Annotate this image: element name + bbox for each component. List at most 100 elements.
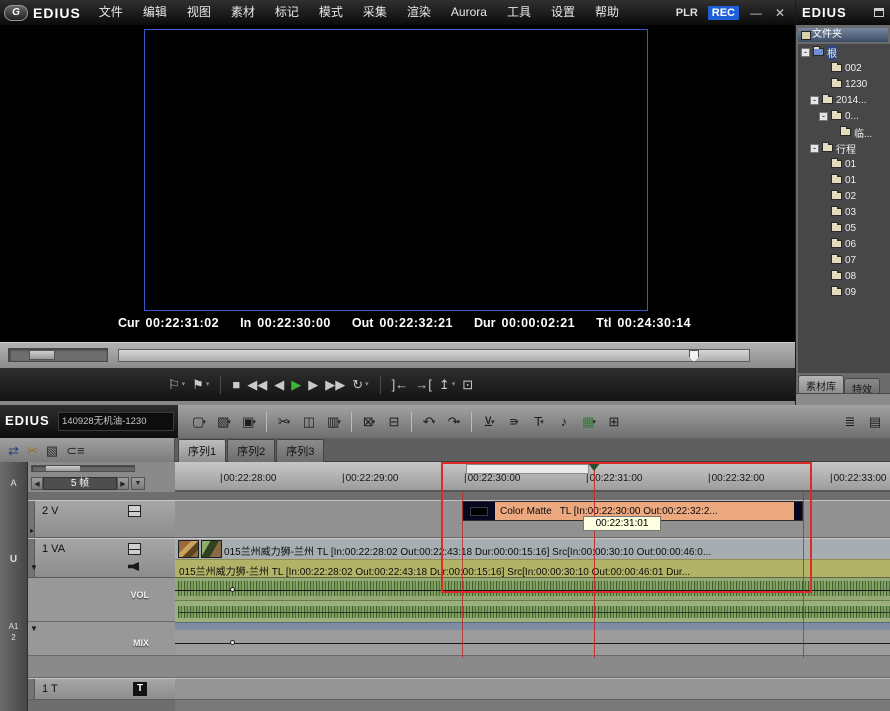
tree-item[interactable]: 02 bbox=[798, 188, 890, 204]
transport-stop[interactable]: ■ ▾ bbox=[232, 378, 240, 391]
transport-display-mode[interactable]: ⊡ ▾ bbox=[462, 378, 473, 391]
frame-step-dropdown[interactable]: ▼ bbox=[131, 477, 145, 490]
toolbar-add-cut-point[interactable]: ⊻ ▾ bbox=[478, 411, 500, 433]
toolbar-button[interactable]: ▾ bbox=[351, 411, 352, 432]
close-button[interactable]: ✕ bbox=[773, 6, 787, 20]
tree-item[interactable]: - 根 bbox=[798, 44, 890, 60]
tree-item[interactable]: 03 bbox=[798, 204, 890, 220]
toolbar-delete[interactable]: ⊟ ▾ bbox=[383, 411, 405, 433]
menu-item[interactable]: 标记 bbox=[265, 0, 309, 25]
transport-next-edit-point[interactable]: ⚑ ▾ bbox=[192, 378, 209, 391]
tree-item[interactable]: 05 bbox=[798, 220, 890, 236]
tree-item[interactable]: 07 bbox=[798, 252, 890, 268]
tree-expander-icon[interactable]: - bbox=[810, 95, 819, 105]
menu-item[interactable]: 渲染 bbox=[397, 0, 441, 25]
track-panel-icon[interactable] bbox=[128, 505, 141, 517]
transport-set-out-point[interactable]: →[ ▾ bbox=[415, 378, 432, 391]
toolbar-add-title[interactable]: T ▾ bbox=[528, 411, 550, 433]
menu-item[interactable]: 设置 bbox=[541, 0, 585, 25]
toolbar-ripple-delete[interactable]: ⊠ ▾ bbox=[358, 411, 380, 433]
dropdown-caret-icon[interactable]: ▾ bbox=[515, 418, 519, 426]
mode-insert-overwrite-mode[interactable]: ⇄ bbox=[8, 444, 19, 457]
shuttle-slider[interactable] bbox=[8, 348, 108, 362]
track-expand-icon[interactable]: ▸ bbox=[30, 526, 34, 535]
track-select-strip[interactable] bbox=[28, 679, 35, 699]
toolbar-open-project[interactable]: ▧ ▾ bbox=[213, 411, 235, 433]
tree-item[interactable]: 01 bbox=[798, 156, 890, 172]
toolbar-audio-mixer[interactable]: ≣ ▾ bbox=[839, 411, 861, 433]
tree-item[interactable]: 临... bbox=[798, 124, 890, 140]
title-track-icon[interactable]: T bbox=[133, 682, 147, 696]
menu-item[interactable]: 编辑 bbox=[133, 0, 177, 25]
dropdown-caret-icon[interactable]: ▾ bbox=[432, 418, 436, 426]
transport-next-frame[interactable]: ▶ ▾ bbox=[308, 378, 318, 391]
tree-item[interactable]: - 行程 bbox=[798, 140, 890, 156]
transport-play[interactable]: ▶ ▾ bbox=[291, 378, 301, 391]
transport-set-in-point[interactable]: ]← ▾ bbox=[392, 378, 409, 391]
dropdown-caret-icon[interactable]: ▾ bbox=[365, 381, 369, 388]
menu-item[interactable]: Aurora bbox=[441, 0, 497, 25]
speaker-icon[interactable] bbox=[128, 562, 139, 571]
tree-item[interactable]: 01 bbox=[798, 172, 890, 188]
minimize-button[interactable]: — bbox=[749, 6, 763, 20]
dropdown-caret-icon[interactable]: ▾ bbox=[337, 418, 341, 426]
menu-item[interactable]: 文件 bbox=[89, 0, 133, 25]
mode-sync-lock[interactable]: ▧ bbox=[46, 444, 58, 457]
dropdown-caret-icon[interactable]: ▾ bbox=[227, 418, 231, 426]
toolbar-redo[interactable]: ↷ ▾ bbox=[443, 411, 465, 433]
menu-item[interactable]: 帮助 bbox=[585, 0, 629, 25]
frame-step-increase[interactable]: ▶ bbox=[117, 477, 129, 490]
audio-waveform-2[interactable] bbox=[175, 600, 890, 622]
menu-item[interactable]: 采集 bbox=[353, 0, 397, 25]
dropdown-caret-icon[interactable]: ▾ bbox=[592, 418, 596, 426]
tree-expander-icon[interactable]: - bbox=[819, 111, 828, 121]
sequence-tab[interactable]: 序列3 bbox=[276, 439, 325, 462]
shuttle-handle[interactable] bbox=[29, 350, 55, 360]
tree-item[interactable]: 002 bbox=[798, 60, 890, 76]
dropdown-caret-icon[interactable]: ▾ bbox=[287, 418, 291, 426]
transport-previous-edit-point[interactable]: ⚐ ▾ bbox=[168, 378, 185, 391]
dropdown-caret-icon[interactable]: ▾ bbox=[491, 418, 495, 426]
toolbar-button[interactable]: ▾ bbox=[266, 411, 267, 432]
toolbar-undo[interactable]: ↶ ▾ bbox=[418, 411, 440, 433]
toolbar-copy[interactable]: ◫ ▾ bbox=[298, 411, 320, 433]
audio-mute-label[interactable]: U bbox=[0, 554, 27, 565]
toolbar-new-sequence[interactable]: ▢ ▾ bbox=[188, 411, 210, 433]
dropdown-caret-icon[interactable]: ▾ bbox=[457, 418, 461, 426]
toolbar-cut[interactable]: ✂ ▾ bbox=[273, 411, 295, 433]
track-header-2v[interactable]: 2 V ▸ bbox=[28, 500, 175, 538]
sequence-tab[interactable]: 序列1 bbox=[178, 439, 227, 462]
dropdown-caret-icon[interactable]: ▾ bbox=[540, 418, 544, 426]
toolbar-paste[interactable]: ▥ ▾ bbox=[323, 411, 345, 433]
volume-keyframe-dot[interactable] bbox=[230, 587, 235, 592]
track-expand-icon[interactable]: ▼ bbox=[30, 563, 38, 572]
tree-expander-icon[interactable]: - bbox=[810, 143, 819, 153]
track-1t-lane[interactable] bbox=[175, 678, 890, 700]
toolbar-voice-over[interactable]: ♪ ▾ bbox=[553, 411, 575, 433]
bin-titlebar[interactable]: EDIUS bbox=[796, 0, 890, 25]
track-header-1va[interactable]: 1 VA ▼ bbox=[28, 538, 175, 578]
sequence-tab[interactable]: 序列2 bbox=[227, 439, 276, 462]
menu-item[interactable]: 视图 bbox=[177, 0, 221, 25]
transport-button[interactable]: ▾ bbox=[220, 375, 222, 394]
toolbar-button[interactable]: ▾ bbox=[411, 411, 412, 432]
transport-previous-frame[interactable]: ◀ ▾ bbox=[274, 378, 284, 391]
toolbar-effects-palette[interactable]: ▤ ▾ bbox=[864, 411, 886, 433]
toolbar-save-project[interactable]: ▣ ▾ bbox=[238, 411, 260, 433]
mode-ripple-mode[interactable]: ✂ bbox=[27, 444, 38, 457]
transport-rewind[interactable]: ◀◀ ▾ bbox=[247, 378, 267, 391]
dropdown-caret-icon[interactable]: ▾ bbox=[372, 418, 376, 426]
toolbar-color-correction[interactable]: ▦ ▾ bbox=[578, 411, 600, 433]
tree-item[interactable]: 1230 bbox=[798, 76, 890, 92]
tree-item[interactable]: - 2014... bbox=[798, 92, 890, 108]
plr-indicator[interactable]: PLR bbox=[676, 7, 698, 19]
toolbar-export[interactable]: ⊞ ▾ bbox=[603, 411, 625, 433]
mix-rubberband-line[interactable] bbox=[175, 643, 890, 644]
mix-keyframe-dot[interactable] bbox=[230, 640, 235, 645]
audio-channel-2-label[interactable]: 2 bbox=[0, 633, 27, 642]
position-bar[interactable] bbox=[118, 349, 750, 362]
toolbar-button[interactable]: ▾ bbox=[471, 411, 472, 432]
dropdown-caret-icon[interactable]: ▾ bbox=[252, 418, 256, 426]
frame-step-decrease[interactable]: ◀ bbox=[31, 477, 43, 490]
menu-item[interactable]: 工具 bbox=[497, 0, 541, 25]
